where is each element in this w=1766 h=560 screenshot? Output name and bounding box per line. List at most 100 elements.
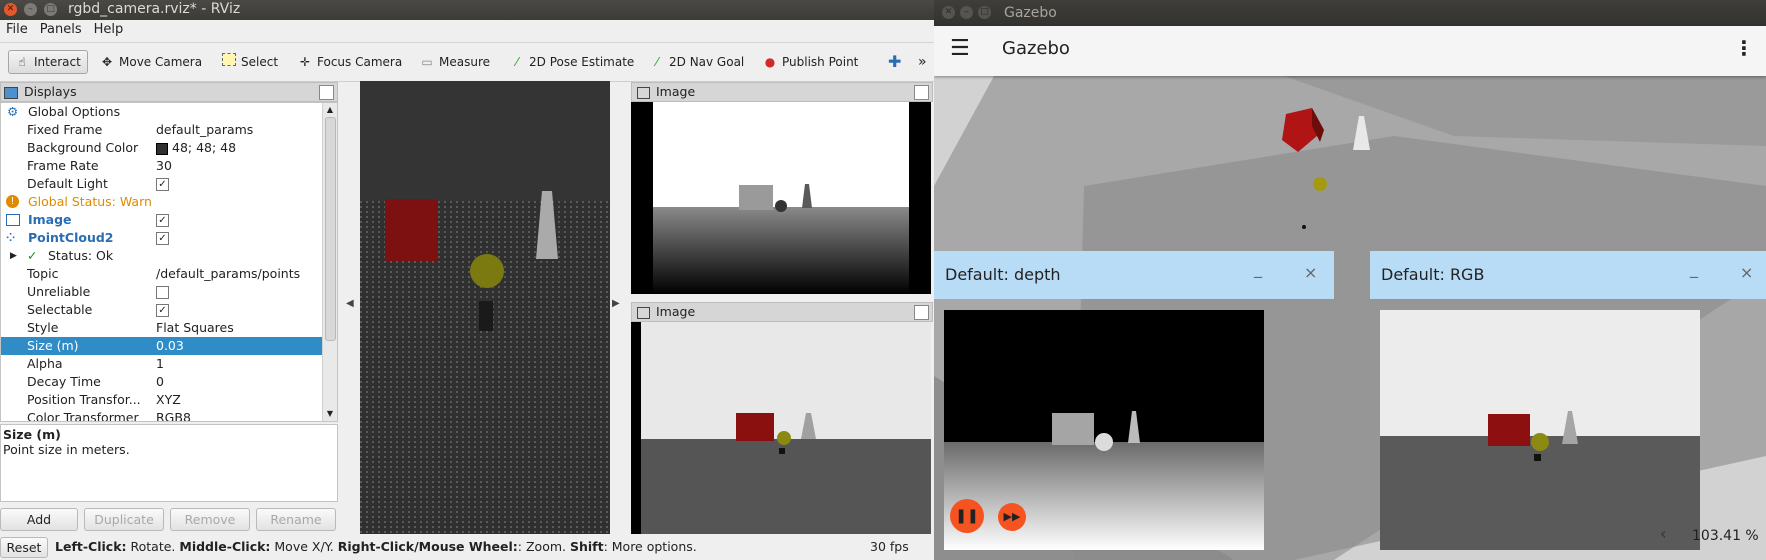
undock-panel-checkbox[interactable] <box>319 85 334 100</box>
move-arrows-icon: ✥ <box>101 55 113 69</box>
image-panel-icon <box>637 306 650 319</box>
close-window-icon[interactable]: ✕ <box>942 6 955 19</box>
tree-row-status-ok[interactable]: ▶ ✓ Status: Ok <box>1 247 323 265</box>
minimize-window-icon[interactable]: – <box>24 3 37 16</box>
tree-row-color-transformer[interactable]: Color Transformer RGB8 <box>1 409 323 421</box>
image-enabled-checkbox[interactable]: ✓ <box>156 214 169 227</box>
displays-scrollbar[interactable]: ▲ ▼ <box>322 103 337 421</box>
sphere-points <box>470 254 504 288</box>
tree-row-position-transformer[interactable]: Position Transfor... XYZ <box>1 391 323 409</box>
close-window-icon[interactable]: ✕ <box>4 3 17 16</box>
menu-panels[interactable]: Panels <box>34 20 88 37</box>
rviz-status-bar: Reset Left-Click: Rotate. Middle-Click: … <box>0 534 934 560</box>
rviz-titlebar: ✕ – □ rgbd_camera.rviz* - RViz <box>0 0 934 20</box>
tree-row-image-display[interactable]: Image ✓ <box>1 211 323 229</box>
focus-camera-tool-button[interactable]: ✛ Focus Camera <box>298 51 402 73</box>
pause-button[interactable]: ❚❚ <box>950 499 984 533</box>
close-panel-button[interactable]: × <box>1740 249 1753 297</box>
move-camera-tool-button[interactable]: ✥ Move Camera <box>100 51 202 73</box>
window-title: rgbd_camera.rviz* - RViz <box>68 1 241 17</box>
image-panel-icon <box>637 86 650 99</box>
gazebo-titlebar: ✕ – □ Gazebo <box>934 0 1766 26</box>
3d-view-pointcloud[interactable] <box>360 81 610 534</box>
zoom-level: 103.41 % <box>1692 528 1759 544</box>
tree-row-selectable[interactable]: Selectable ✓ <box>1 301 323 319</box>
scroll-down-arrow-icon[interactable]: ▼ <box>323 407 337 421</box>
fps-readout: 30 fps <box>870 539 909 554</box>
overflow-menu-icon[interactable]: ⋮ <box>1734 36 1754 60</box>
selectable-checkbox[interactable]: ✓ <box>156 304 169 317</box>
tree-row-alpha[interactable]: Alpha 1 <box>1 355 323 373</box>
nav-goal-tool-button[interactable]: ⁄ 2D Nav Goal <box>650 51 744 73</box>
minimize-panel-button[interactable]: _ <box>1254 245 1262 293</box>
duplicate-display-button[interactable]: Duplicate <box>84 508 164 531</box>
publish-point-tool-button[interactable]: ● Publish Point <box>763 51 859 73</box>
color-swatch <box>156 142 168 155</box>
rename-display-button[interactable]: Rename <box>256 508 336 531</box>
menu-help[interactable]: Help <box>88 20 130 37</box>
collapse-right-arrow-icon[interactable]: ▶ <box>612 298 620 309</box>
collapse-left-arrow-icon[interactable]: ◀ <box>346 298 354 309</box>
remove-display-button[interactable]: Remove <box>170 508 250 531</box>
tree-row-style[interactable]: Style Flat Squares <box>1 319 323 337</box>
image-panel-2-rgb-view <box>631 322 931 534</box>
rgb-panel-header: Default: RGB _ × <box>1370 251 1766 299</box>
displays-tree: ⚙ Global Options Fixed Frame default_par… <box>0 102 338 422</box>
zoom-prev-icon[interactable]: ‹ <box>1660 524 1666 543</box>
tree-row-unreliable[interactable]: Unreliable <box>1 283 323 301</box>
green-arrow-icon: ⁄ <box>515 55 518 69</box>
depth-panel-header: Default: depth _ × <box>934 251 1334 299</box>
tree-row-frame-rate[interactable]: Frame Rate 30 <box>1 157 323 175</box>
tree-row-global-options[interactable]: ⚙ Global Options <box>1 103 323 121</box>
image-panel-1-depth-view <box>631 102 931 294</box>
scrollbar-thumb[interactable] <box>325 117 336 341</box>
undock-panel-checkbox[interactable] <box>914 305 929 320</box>
displays-panel-header: Displays <box>0 82 338 102</box>
undock-panel-checkbox[interactable] <box>914 85 929 100</box>
menu-file[interactable]: File <box>0 20 34 37</box>
tree-row-decay-time[interactable]: Decay Time 0 <box>1 373 323 391</box>
tree-row-topic[interactable]: Topic /default_params/points <box>1 265 323 283</box>
select-rect-icon <box>222 53 236 66</box>
maximize-window-icon[interactable]: □ <box>44 3 57 16</box>
tree-row-default-light[interactable]: Default Light ✓ <box>1 175 323 193</box>
add-tool-icon[interactable]: ✚ <box>888 51 901 73</box>
tree-row-pointcloud2[interactable]: ⁘ PointCloud2 ✓ <box>1 229 323 247</box>
image-panel-2-header: Image <box>631 302 933 322</box>
pointcloud-render <box>360 81 610 534</box>
minimize-panel-button[interactable]: _ <box>1690 245 1698 293</box>
hamburger-menu-icon[interactable]: ☰ <box>950 38 970 60</box>
pointcloud-enabled-checkbox[interactable]: ✓ <box>156 232 169 245</box>
pose-estimate-tool-button[interactable]: ⁄ 2D Pose Estimate <box>510 51 634 73</box>
minimize-window-icon[interactable]: – <box>960 6 973 19</box>
green-arrow-icon: ⁄ <box>655 55 658 69</box>
tree-row-background-color[interactable]: Background Color 48; 48; 48 <box>1 139 323 157</box>
sphere-model[interactable] <box>1313 177 1327 191</box>
tree-row-fixed-frame[interactable]: Fixed Frame default_params <box>1 121 323 139</box>
fast-forward-button[interactable]: ▶▶ <box>998 503 1026 531</box>
select-tool-button[interactable]: Select <box>222 51 278 73</box>
hand-pointer-icon: ☝ <box>18 55 26 69</box>
menu-bar: File Panels Help <box>0 20 934 43</box>
default-light-checkbox[interactable]: ✓ <box>156 178 169 191</box>
more-tools-button[interactable]: » <box>918 51 927 73</box>
tool-toolbar: ☝ Interact ✥ Move Camera Select ✛ Focus Cam… <box>0 43 934 82</box>
tree-row-global-status[interactable]: ! Global Status: Warn <box>1 193 323 211</box>
window-title: Gazebo <box>1004 5 1057 21</box>
rviz-window: ✕ – □ rgbd_camera.rviz* - RViz File Panel… <box>0 0 934 560</box>
tree-row-size[interactable]: Size (m) 0.03 <box>1 337 323 355</box>
expand-arrow-icon[interactable]: ▶ <box>10 247 17 265</box>
measure-tool-button[interactable]: ▭ Measure <box>420 51 490 73</box>
unreliable-checkbox[interactable] <box>156 286 169 299</box>
red-cube-points <box>385 199 437 261</box>
interact-tool-button[interactable]: ☝ Interact <box>8 50 88 74</box>
close-panel-button[interactable]: × <box>1304 249 1317 297</box>
maximize-window-icon[interactable]: □ <box>978 6 991 19</box>
gazebo-app-bar: ☰ Gazebo ⋮ <box>934 26 1766 76</box>
reset-button[interactable]: Reset <box>0 537 48 558</box>
add-display-button[interactable]: Add <box>0 508 78 531</box>
warning-icon: ! <box>6 195 19 208</box>
gear-icon: ⚙ <box>7 104 19 119</box>
property-description: Size (m) Point size in meters. <box>0 424 338 502</box>
scroll-up-arrow-icon[interactable]: ▲ <box>323 103 337 117</box>
